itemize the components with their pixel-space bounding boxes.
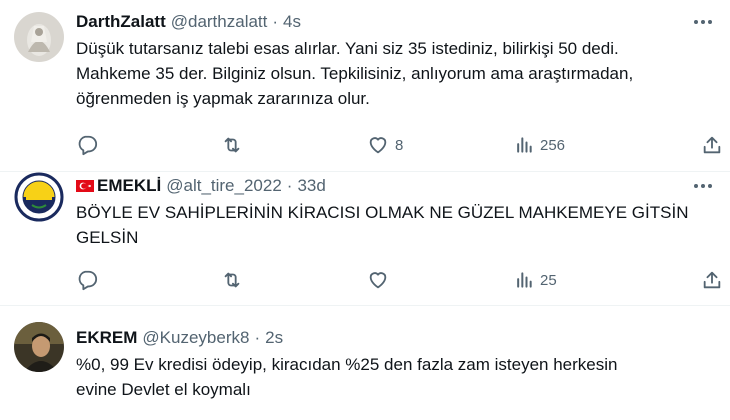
reply-button[interactable] [76, 133, 98, 157]
views-button[interactable]: 25 [514, 268, 557, 292]
retweet-icon [224, 272, 240, 288]
handle[interactable]: @Kuzeyberk8 [142, 328, 249, 348]
views-icon [517, 137, 532, 153]
share-button[interactable] [701, 268, 723, 292]
share-icon [703, 136, 721, 154]
tweet-text: BÖYLE EV SAHİPLERİNİN KİRACISI OLMAK NE … [76, 200, 714, 250]
tweet-text: Düşük tutarsanız talebi esas alırlar. Ya… [76, 36, 714, 111]
like-button[interactable]: 8 [367, 133, 403, 157]
views-icon [517, 272, 532, 288]
tweet[interactable]: EKREM @Kuzeyberk8 · 2s %0, 99 Ev kredisi… [0, 305, 730, 420]
timestamp[interactable]: 4s [283, 12, 301, 32]
tweet-text-line: Mahkeme 35 der. Bilginiz olsun. Tepkilis… [76, 64, 634, 83]
action-bar: 25 [76, 268, 726, 292]
avatar[interactable] [14, 12, 64, 62]
retweet-icon [224, 137, 240, 153]
separator-dot: · [254, 328, 261, 347]
reply-icon [78, 135, 98, 156]
handle[interactable]: @darthzalatt [171, 12, 268, 32]
tweet-text-line: Düşük tutarsanız talebi esas alırlar. Ya… [76, 39, 619, 58]
tweet-text-line: evine Devlet el koymalı [76, 380, 251, 399]
reply-button[interactable] [76, 268, 98, 292]
separator-dot: · [286, 176, 293, 195]
tweet[interactable]: EMEKLİ @alt_tire_2022 · 33d BÖYLE EV SAH… [0, 172, 730, 305]
tweet-header: EMEKLİ @alt_tire_2022 · 33d [76, 174, 714, 198]
tweet-text-line: BÖYLE EV SAHİPLERİNİN KİRACISI OLMAK NE … [76, 203, 689, 222]
more-icon[interactable] [692, 12, 714, 32]
tweet[interactable]: DarthZalatt @darthzalatt · 4s Düşük tuta… [0, 0, 730, 172]
tweet-text-line: öğrenmeden iş yapmak zararınıza olur. [76, 89, 370, 108]
share-icon [703, 271, 721, 289]
view-count: 256 [540, 136, 566, 154]
turkey-flag-icon [76, 180, 94, 192]
timestamp[interactable]: 2s [265, 328, 283, 348]
view-count: 25 [540, 271, 557, 289]
retweet-button[interactable] [220, 133, 244, 157]
action-bar: 8 256 [76, 133, 726, 157]
tweet-text: %0, 99 Ev kredisi ödeyip, kiracıdan %25 … [76, 352, 714, 402]
handle[interactable]: @alt_tire_2022 [166, 176, 282, 196]
display-name[interactable]: EKREM [76, 328, 137, 348]
display-name[interactable]: DarthZalatt [76, 12, 166, 32]
views-button[interactable]: 256 [514, 133, 565, 157]
avatar[interactable] [14, 172, 64, 222]
tweet-text-line: %0, 99 Ev kredisi ödeyip, kiracıdan %25 … [76, 355, 618, 374]
separator-dot: · [272, 12, 279, 31]
heart-icon [369, 272, 387, 289]
avatar[interactable] [14, 322, 64, 372]
like-button[interactable] [367, 268, 395, 292]
timestamp[interactable]: 33d [297, 176, 325, 196]
heart-icon [369, 137, 387, 154]
tweet-header: DarthZalatt @darthzalatt · 4s [76, 10, 714, 34]
display-name[interactable]: EMEKLİ [97, 176, 161, 196]
retweet-button[interactable] [220, 268, 244, 292]
reply-icon [78, 270, 98, 291]
share-button[interactable] [701, 133, 723, 157]
like-count: 8 [395, 136, 404, 154]
tweet-text-line: GELSİN [76, 228, 139, 247]
tweet-header: EKREM @Kuzeyberk8 · 2s [76, 326, 714, 350]
more-icon[interactable] [692, 176, 714, 196]
